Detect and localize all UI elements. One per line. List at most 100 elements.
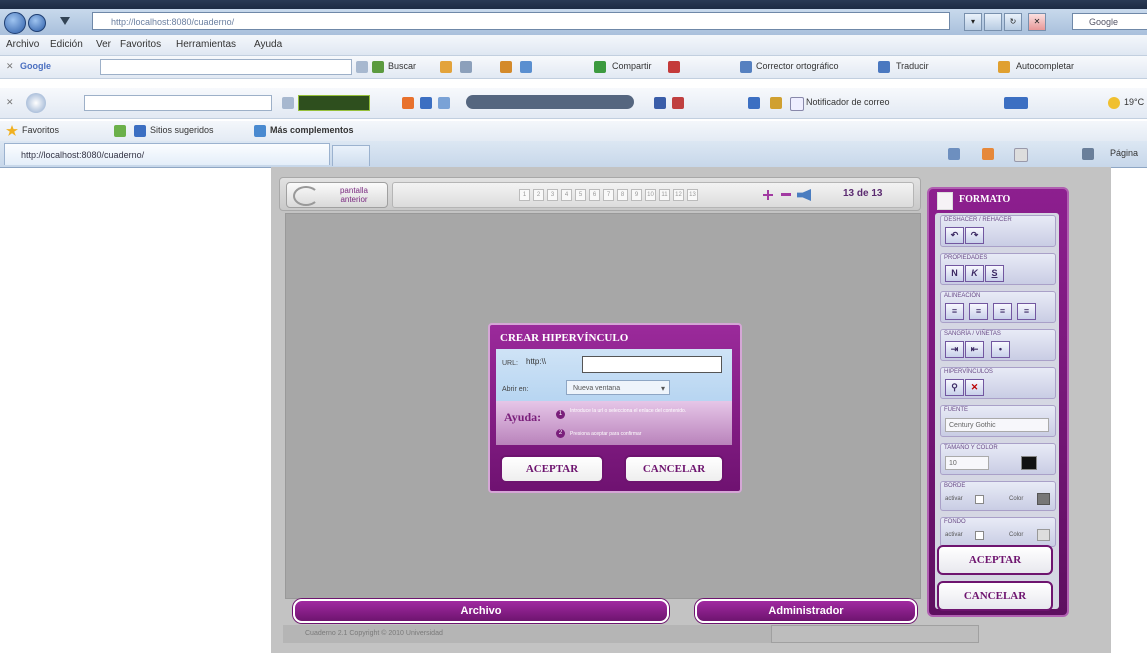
toolbar-icon-10[interactable] <box>748 97 760 109</box>
compartir-button[interactable]: Compartir <box>612 61 652 71</box>
bullets-button[interactable]: • <box>991 341 1010 358</box>
mas-complementos-link[interactable]: Más complementos <box>270 125 354 135</box>
forward-button[interactable] <box>28 14 46 32</box>
buscar-button[interactable]: Buscar <box>388 61 416 71</box>
page-number-button[interactable]: 4 <box>561 189 572 201</box>
toolbar-icon-9[interactable] <box>672 97 684 109</box>
borde-checkbox[interactable] <box>975 495 984 504</box>
menu-ayuda[interactable]: Ayuda <box>254 39 282 50</box>
toolbar-icon-1[interactable] <box>440 61 452 73</box>
page-number-button[interactable]: 3 <box>547 189 558 201</box>
menu-favoritos[interactable]: Favoritos <box>120 39 161 50</box>
back-button[interactable] <box>4 12 26 34</box>
page-number-button[interactable]: 2 <box>533 189 544 201</box>
search-input[interactable]: Google <box>1072 13 1147 30</box>
toolbar-icon-7[interactable] <box>420 97 432 109</box>
toolbar-search-input[interactable] <box>84 95 272 111</box>
close-toolbar-icon[interactable]: ✕ <box>6 97 14 108</box>
menu-ver[interactable]: Ver <box>96 39 111 50</box>
corrector-button[interactable]: Corrector ortográfico <box>756 61 839 71</box>
toolbar-badge[interactable] <box>298 95 370 111</box>
dialog-cancelar-button[interactable]: CANCELAR <box>624 455 724 483</box>
autocompletar-button[interactable]: Autocompletar <box>1016 61 1074 71</box>
toolbar-icon-4[interactable] <box>520 61 532 73</box>
fondo-checkbox[interactable] <box>975 531 984 540</box>
tab-cuaderno[interactable]: http://localhost:8080/cuaderno/ <box>4 143 330 165</box>
compatibility-icon[interactable] <box>984 13 1002 31</box>
outdent-button[interactable]: ⇤ <box>965 341 984 358</box>
menu-edicion[interactable]: Edición <box>50 39 83 50</box>
formato-aceptar-button[interactable]: ACEPTAR <box>937 545 1053 575</box>
traducir-button[interactable]: Traducir <box>896 61 929 71</box>
media-player-bar[interactable] <box>466 95 634 109</box>
notificador-button[interactable]: Notificador de correo <box>806 97 890 107</box>
page-number-button[interactable]: 8 <box>617 189 628 201</box>
align-justify-button[interactable]: ≡ <box>1017 303 1036 320</box>
toolbar-icon-6[interactable] <box>402 97 414 109</box>
text-color-swatch[interactable] <box>1021 456 1037 470</box>
history-dropdown-icon[interactable] <box>60 17 70 25</box>
formato-cancelar-button[interactable]: CANCELAR <box>937 581 1053 611</box>
audio-icon[interactable] <box>797 189 811 201</box>
redo-button[interactable]: ↷ <box>965 227 984 244</box>
archivo-button[interactable]: Archivo <box>293 599 669 623</box>
close-toolbar-icon[interactable]: ✕ <box>6 61 14 72</box>
page-number-button[interactable]: 13 <box>687 189 698 201</box>
facebook-icon[interactable] <box>654 97 666 109</box>
toolbar-icon-8[interactable] <box>438 97 450 109</box>
font-select[interactable]: Century Gothic <box>945 418 1049 432</box>
url-input[interactable]: http://localhost:8080/cuaderno/ <box>92 12 950 30</box>
hyperlink-url-input[interactable] <box>582 356 722 373</box>
stop-icon[interactable]: ✕ <box>1028 13 1046 31</box>
borde-color-swatch[interactable] <box>1037 493 1050 505</box>
dialog-aceptar-button[interactable]: ACEPTAR <box>500 455 604 483</box>
align-center-button[interactable]: ≡ <box>969 303 988 320</box>
new-tab-button[interactable] <box>332 145 370 166</box>
refresh-icon[interactable]: ↻ <box>1004 13 1022 31</box>
dropdown-icon[interactable] <box>282 97 294 109</box>
menu-archivo[interactable]: Archivo <box>6 39 39 50</box>
sitios-sugeridos-link[interactable]: Sitios sugeridos <box>150 125 214 135</box>
toolbar-icon-12[interactable] <box>1004 97 1028 109</box>
url-dropdown-button[interactable]: ▾ <box>964 13 982 31</box>
formato-tab-icon[interactable] <box>937 192 953 210</box>
section-label: ALINEACIÓN <box>944 293 981 299</box>
align-right-button[interactable]: ≡ <box>993 303 1012 320</box>
undo-button[interactable]: ↶ <box>945 227 964 244</box>
google-search-input[interactable] <box>100 59 352 75</box>
page-number-button[interactable]: 6 <box>589 189 600 201</box>
menu-herramientas[interactable]: Herramientas <box>176 39 236 50</box>
page-number-button[interactable]: 7 <box>603 189 614 201</box>
page-number-button[interactable]: 9 <box>631 189 642 201</box>
feeds-icon[interactable] <box>982 148 994 160</box>
add-favorite-icon[interactable] <box>114 125 126 137</box>
toolbar-icon-2[interactable] <box>460 61 472 73</box>
link-button[interactable]: ⚲ <box>945 379 964 396</box>
previous-page-button[interactable]: pantalla anterior <box>286 182 388 208</box>
administrador-button[interactable]: Administrador <box>695 599 917 623</box>
home-icon[interactable] <box>948 148 960 160</box>
page-menu-button[interactable]: Página <box>1110 148 1138 158</box>
align-left-button[interactable]: ≡ <box>945 303 964 320</box>
unlink-button[interactable]: ✕ <box>965 379 984 396</box>
bold-button[interactable]: N <box>945 265 964 282</box>
read-mail-icon[interactable] <box>1014 148 1028 162</box>
open-in-select[interactable]: Nueva ventana ▾ <box>566 380 670 395</box>
size-select[interactable]: 10 <box>945 456 989 470</box>
favoritos-button[interactable]: Favoritos <box>22 125 59 135</box>
dropdown-icon[interactable] <box>356 61 368 73</box>
page-number-button[interactable]: 1 <box>519 189 530 201</box>
italic-button[interactable]: K <box>965 265 984 282</box>
toolbar-icon-11[interactable] <box>770 97 782 109</box>
page-number-button[interactable]: 11 <box>659 189 670 201</box>
underline-button[interactable]: S <box>985 265 1004 282</box>
print-icon[interactable] <box>1082 148 1094 160</box>
toolbar-icon-3[interactable] <box>500 61 512 73</box>
fondo-color-swatch[interactable] <box>1037 529 1050 541</box>
page-number-button[interactable]: 10 <box>645 189 656 201</box>
page-number-button[interactable]: 12 <box>673 189 684 201</box>
remove-page-icon[interactable] <box>781 193 791 196</box>
toolbar-icon-5[interactable] <box>668 61 680 73</box>
indent-button[interactable]: ⇥ <box>945 341 964 358</box>
page-number-button[interactable]: 5 <box>575 189 586 201</box>
